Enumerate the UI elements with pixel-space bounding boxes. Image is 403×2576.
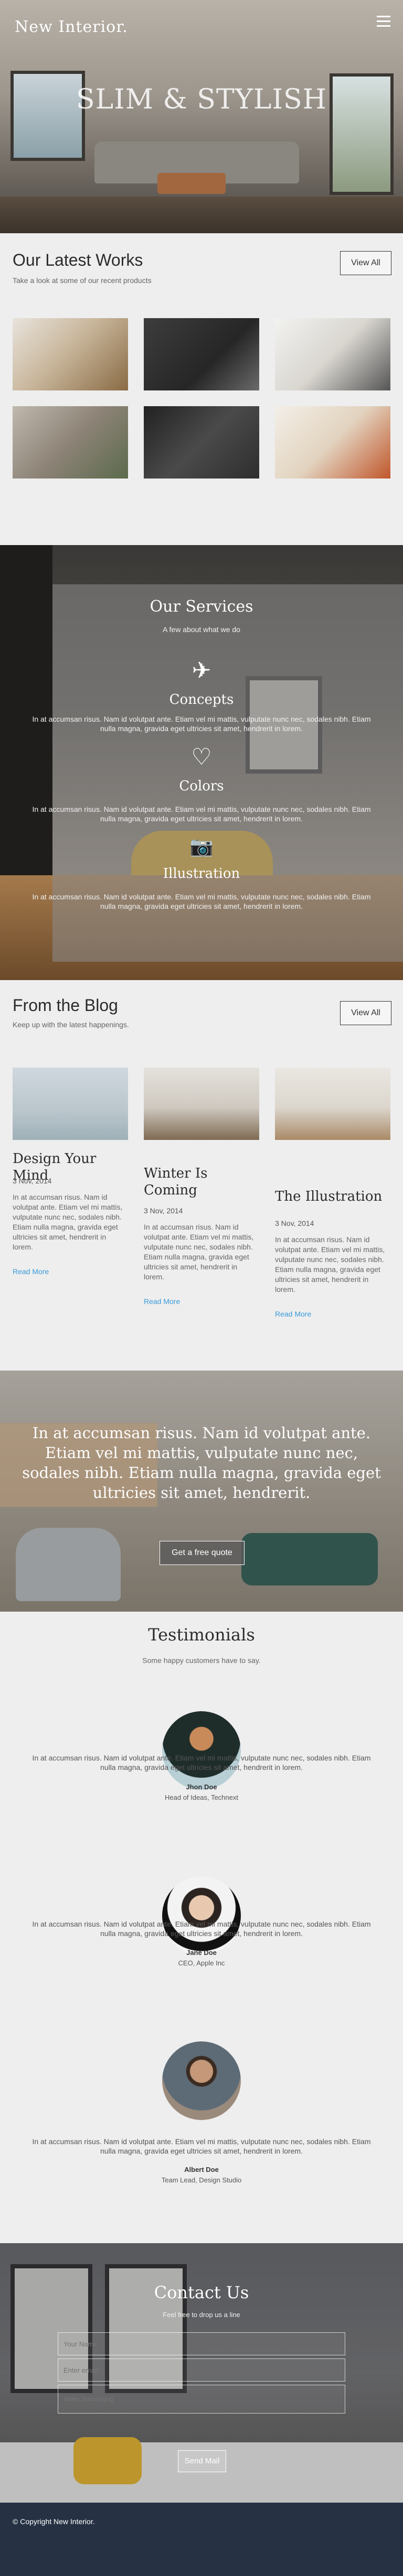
service-text: In at accumsan risus. Nam id volutpat an… (32, 715, 371, 733)
blog-post-date: 3 Nov, 2014 (13, 1177, 52, 1185)
blog-read-more-link[interactable]: Read More (144, 1297, 180, 1306)
latest-works-section: Our Latest Works Take a look at some of … (0, 233, 403, 545)
testimonial-role: Head of Ideas, Technext (165, 1794, 238, 1801)
testimonial-text: In at accumsan risus. Nam id volutpat an… (32, 1920, 371, 1938)
blog-post-image[interactable] (144, 1068, 259, 1140)
floor-graphic (0, 197, 403, 233)
avatar (162, 1876, 241, 1955)
blog-read-more-link[interactable]: Read More (275, 1310, 311, 1318)
hero-title: SLIM & STYLISH (76, 84, 327, 115)
blog-read-more-link[interactable]: Read More (13, 1267, 49, 1276)
email-field[interactable] (58, 2358, 345, 2382)
blog-post-excerpt: In at accumsan risus. Nam id volutpat an… (13, 1193, 123, 1251)
testimonial-role: CEO, Apple Inc (178, 1959, 225, 1967)
testimonials-title: Testimonials (148, 1625, 255, 1645)
camera-icon: 📷 (189, 835, 214, 857)
testimonial-name: Jhon Doe (186, 1783, 217, 1791)
work-thumbnail-dark-living[interactable] (144, 406, 259, 479)
contact-section: Contact Us Feel free to drop us a line S… (0, 2243, 403, 2503)
testimonial-text: In at accumsan risus. Nam id volutpat an… (32, 2137, 371, 2155)
hamburger-menu-icon[interactable] (377, 16, 390, 27)
testimonials-subtitle: Some happy customers have to say. (142, 1656, 261, 1665)
coffee-table-graphic (157, 173, 226, 194)
service-title: Illustration (163, 866, 240, 882)
work-thumbnail-bedroom[interactable] (13, 406, 128, 479)
footer: © Copyright New Interior. (0, 2503, 403, 2576)
contact-subtitle: Feel free to drop us a line (163, 2311, 240, 2319)
testimonials-section: Testimonials Some happy customers have t… (0, 1612, 403, 2243)
services-title: Our Services (150, 597, 253, 616)
blog-view-all-button[interactable]: View All (340, 1001, 391, 1025)
quote-section: In at accumsan risus. Nam id volutpat an… (0, 1371, 403, 1612)
service-text: In at accumsan risus. Nam id volutpat an… (32, 893, 371, 910)
blog-post-date: 3 Nov, 2014 (275, 1219, 314, 1227)
free-quote-button[interactable]: Get a free quote (160, 1541, 245, 1565)
testimonial-text: In at accumsan risus. Nam id volutpat an… (32, 1754, 371, 1771)
paper-plane-icon: ✈ (192, 658, 211, 683)
service-title: Concepts (169, 692, 234, 708)
work-thumbnail-dark-kitchen[interactable] (144, 318, 259, 390)
name-field[interactable] (58, 2332, 345, 2355)
blog-post-excerpt: In at accumsan risus. Nam id volutpat an… (144, 1223, 254, 1281)
services-subtitle: A few about what we do (163, 625, 240, 634)
avatar (162, 1711, 241, 1790)
blog-post-date: 3 Nov, 2014 (144, 1207, 183, 1215)
heart-icon: ♡ (191, 744, 212, 770)
site-logo[interactable]: New Interior. (15, 18, 128, 36)
works-subtitle: Take a look at some of our recent produc… (13, 276, 152, 285)
message-field[interactable] (58, 2385, 345, 2414)
service-text: In at accumsan risus. Nam id volutpat an… (32, 805, 371, 823)
blog-subtitle: Keep up with the latest happenings. (13, 1020, 129, 1029)
testimonial-name: Jane Doe (186, 1949, 217, 1957)
hero-section: New Interior. SLIM & STYLISH (0, 0, 403, 233)
works-title: Our Latest Works (13, 251, 143, 269)
blog-post-title[interactable]: The Illustration (275, 1188, 390, 1205)
testimonial-name: Albert Doe (184, 2166, 219, 2173)
avatar (162, 2041, 241, 2120)
send-mail-button[interactable]: Send Mail (178, 2450, 226, 2472)
copyright-text: © Copyright New Interior. (13, 2517, 95, 2526)
blog-title: From the Blog (13, 996, 118, 1015)
blog-section: From the Blog Keep up with the latest ha… (0, 980, 403, 1371)
works-view-all-button[interactable]: View All (340, 251, 391, 275)
service-title: Colors (179, 778, 224, 794)
work-thumbnail-staircase[interactable] (13, 318, 128, 390)
work-thumbnail-kitchen-stools[interactable] (275, 318, 390, 390)
testimonial-role: Team Lead, Design Studio (161, 2176, 242, 2184)
quote-text: In at accumsan risus. Nam id volutpat an… (22, 1424, 381, 1502)
blog-post-image[interactable] (275, 1068, 390, 1140)
services-section: Our Services A few about what we do ✈ Co… (0, 545, 403, 980)
blog-post-image[interactable] (13, 1068, 128, 1140)
blog-post-title[interactable]: Winter Is Coming (144, 1165, 259, 1199)
work-thumbnail-bright-living[interactable] (275, 406, 390, 479)
contact-title: Contact Us (154, 2282, 249, 2302)
blog-post-excerpt: In at accumsan risus. Nam id volutpat an… (275, 1235, 385, 1294)
